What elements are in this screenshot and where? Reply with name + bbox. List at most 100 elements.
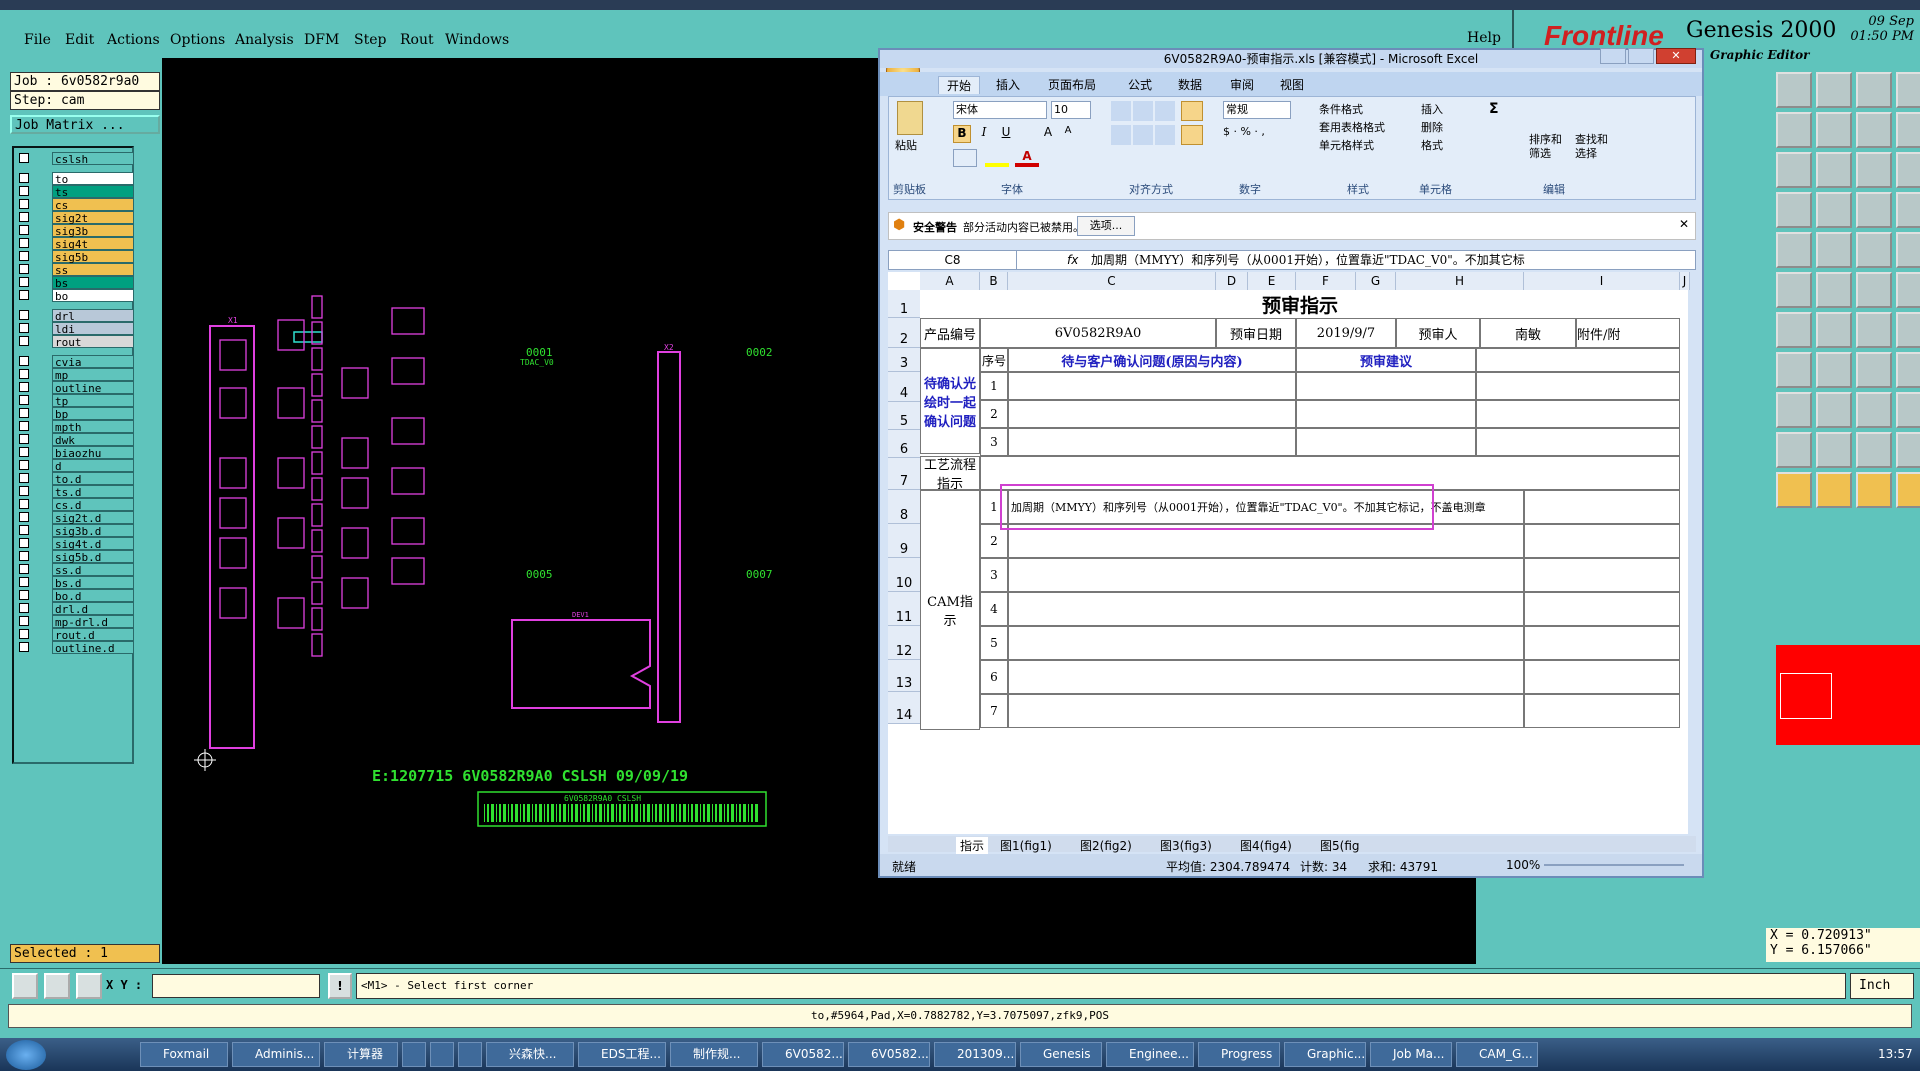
layer-row-mp[interactable]: mp (16, 368, 134, 382)
col-header-E[interactable]: E (1248, 272, 1296, 290)
tool-button-5-2[interactable] (1856, 272, 1892, 308)
taskbar-item[interactable]: Progress (1198, 1042, 1280, 1067)
sheet-tab[interactable]: 图1(fig1) (1000, 837, 1052, 854)
sheet-tab[interactable]: 指示 (956, 837, 989, 854)
tool-button-3-0[interactable] (1776, 192, 1812, 228)
layer-name[interactable]: sig2t (52, 211, 134, 225)
align-horizontal-icons[interactable] (1111, 125, 1177, 145)
layer-row-sig4t.d[interactable]: sig4t.d (16, 537, 134, 551)
tool-button-4-0[interactable] (1776, 232, 1812, 268)
conditional-format-button[interactable]: 条件格式 (1319, 101, 1363, 117)
layer-row-bs[interactable]: bs (16, 276, 134, 290)
menu-edit[interactable]: Edit (65, 32, 94, 48)
review-date-value[interactable]: 2019/9/7 (1296, 318, 1396, 348)
layer-checkbox[interactable] (19, 238, 29, 248)
layer-row-outline.d[interactable]: outline.d (16, 641, 134, 655)
taskbar-item[interactable]: Job Ma... (1370, 1042, 1452, 1067)
layer-row-ss[interactable]: ss (16, 263, 134, 277)
tool-button-8-3[interactable] (1896, 392, 1920, 428)
layer-row-sig3b[interactable]: sig3b (16, 224, 134, 238)
layer-checkbox[interactable] (19, 186, 29, 196)
layer-checkbox[interactable] (19, 369, 29, 379)
confirm-extra-cell[interactable] (1476, 428, 1680, 456)
layer-row-to.d[interactable]: to.d (16, 472, 134, 486)
tab-formulas[interactable]: 公式 (1128, 76, 1152, 93)
row-header-6[interactable]: 6 (888, 430, 920, 458)
reviewer-value[interactable]: 南敏 (1480, 318, 1576, 348)
layer-name[interactable]: sig2t.d (52, 511, 134, 525)
layer-checkbox[interactable] (19, 499, 29, 509)
layer-name[interactable]: rout.d (52, 628, 134, 642)
tool-button-4-2[interactable] (1856, 232, 1892, 268)
layer-row-sig3b.d[interactable]: sig3b.d (16, 524, 134, 538)
col-header-D[interactable]: D (1216, 272, 1248, 290)
layer-name[interactable]: dwk (52, 433, 134, 447)
taskbar-item[interactable]: 201309... (934, 1042, 1016, 1067)
layer-name[interactable]: bs (52, 276, 134, 290)
tool-button-0-0[interactable] (1776, 72, 1812, 108)
taskbar-item[interactable]: 6V0582... (762, 1042, 844, 1067)
taskbar-item[interactable]: CAM_G... (1456, 1042, 1538, 1067)
taskbar-item[interactable]: 制作规... (670, 1042, 758, 1067)
tool-button-7-3[interactable] (1896, 352, 1920, 388)
tool-button-1-3[interactable] (1896, 112, 1920, 148)
autosum-icon[interactable]: Σ (1489, 101, 1503, 119)
taskbar-item[interactable] (430, 1042, 454, 1067)
layer-row-d[interactable]: d (16, 459, 134, 473)
taskbar-item[interactable]: Enginee... (1106, 1042, 1194, 1067)
tool-button-5-3[interactable] (1896, 272, 1920, 308)
layer-row-sig5b[interactable]: sig5b (16, 250, 134, 264)
col-header-H[interactable]: H (1396, 272, 1524, 290)
layer-checkbox[interactable] (19, 336, 29, 346)
layer-checkbox[interactable] (19, 460, 29, 470)
tool-button-9-3[interactable] (1896, 432, 1920, 468)
layer-row-dwk[interactable]: dwk (16, 433, 134, 447)
layer-name[interactable]: biaozhu (52, 446, 134, 460)
layer-row-bp[interactable]: bp (16, 407, 134, 421)
layer-checkbox[interactable] (19, 251, 29, 261)
cam-extra-cell[interactable] (1524, 694, 1680, 728)
cam-extra-cell[interactable] (1524, 524, 1680, 558)
snap-grid-icon[interactable] (12, 973, 38, 999)
row-header-14[interactable]: 14 (888, 692, 920, 724)
row-header-8[interactable]: 8 (888, 490, 920, 524)
layer-checkbox[interactable] (19, 264, 29, 274)
tool-button-3-1[interactable] (1816, 192, 1852, 228)
snap-angle-icon[interactable] (44, 973, 70, 999)
taskbar-item[interactable] (458, 1042, 482, 1067)
layer-checkbox[interactable] (19, 212, 29, 222)
paste-icon[interactable] (897, 101, 923, 135)
cam-extra-cell[interactable] (1524, 592, 1680, 626)
format-as-table-button[interactable]: 套用表格格式 (1319, 119, 1385, 135)
tool-button-8-1[interactable] (1816, 392, 1852, 428)
formula-input[interactable]: 加周期（MMYY）和序列号（从0001开始），位置靠近"TDAC_V0"。不加其… (1087, 251, 1687, 269)
layer-checkbox[interactable] (19, 356, 29, 366)
row-header-1[interactable]: 1 (888, 290, 920, 318)
layer-row-sig4t[interactable]: sig4t (16, 237, 134, 251)
cam-extra-cell[interactable] (1524, 660, 1680, 694)
tool-button-6-3[interactable] (1896, 312, 1920, 348)
tool-button-4-3[interactable] (1896, 232, 1920, 268)
layer-name[interactable]: mp (52, 368, 134, 382)
cam-instruction-cell[interactable] (1008, 592, 1524, 626)
tool-button-5-1[interactable] (1816, 272, 1852, 308)
taskbar-item[interactable]: 兴森快... (486, 1042, 574, 1067)
tool-button-10-2[interactable] (1856, 472, 1892, 508)
layer-row-rout.d[interactable]: rout.d (16, 628, 134, 642)
wrap-text-icon[interactable] (1181, 101, 1203, 121)
cam-instruction-cell[interactable] (1008, 626, 1524, 660)
cam-extra-cell[interactable] (1524, 490, 1680, 524)
units-selector[interactable]: Inch (1850, 973, 1914, 999)
sheet-tab[interactable]: 图2(fig2) (1080, 837, 1132, 854)
layer-checkbox[interactable] (19, 616, 29, 626)
layer-name[interactable]: to.d (52, 472, 134, 486)
layer-name[interactable]: bo (52, 289, 134, 303)
sheet-tab[interactable]: 图5(fig (1320, 837, 1360, 854)
menu-analysis[interactable]: Analysis (235, 32, 294, 48)
italic-icon[interactable]: I (975, 125, 993, 143)
tool-button-7-0[interactable] (1776, 352, 1812, 388)
layer-checkbox[interactable] (19, 323, 29, 333)
security-options-button[interactable]: 选项... (1077, 216, 1135, 236)
layer-row-biaozhu[interactable]: biaozhu (16, 446, 134, 460)
confirm-advice-cell[interactable] (1296, 428, 1476, 456)
